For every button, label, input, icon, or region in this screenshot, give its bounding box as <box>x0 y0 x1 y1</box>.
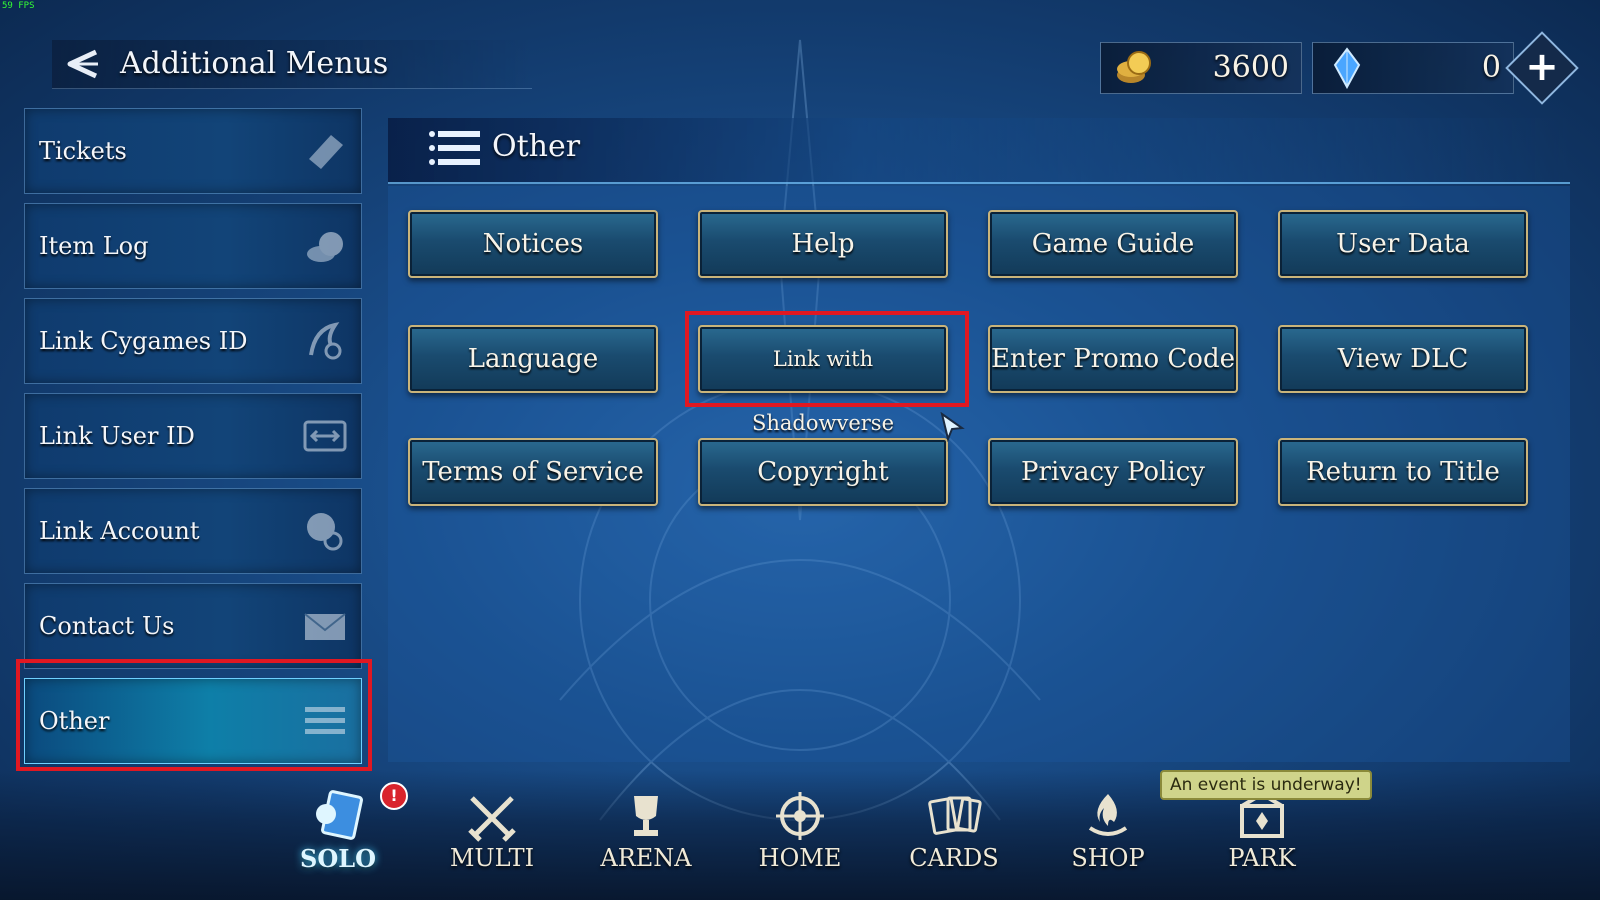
crystal-counter: 0 <box>1312 42 1514 94</box>
back-button[interactable] <box>56 44 100 84</box>
sidebar-item-contact-us[interactable]: Contact Us <box>24 583 362 669</box>
header-bar: Additional Menus <box>52 40 532 89</box>
view-dlc-button[interactable]: View DLC <box>1278 325 1528 393</box>
nav-label: ARENA <box>600 844 692 872</box>
add-currency-button[interactable]: + <box>1505 31 1579 105</box>
event-tooltip: An event is underway! <box>1160 770 1372 800</box>
trophy-icon <box>634 796 658 836</box>
nav-shop[interactable]: SHOP <box>1048 790 1168 890</box>
sidebar-item-tickets[interactable]: Tickets <box>24 108 362 194</box>
link-cygames-icon <box>309 322 342 360</box>
user-data-button[interactable]: User Data <box>1278 210 1528 278</box>
coins-icon <box>307 232 343 262</box>
nav-label: HOME <box>758 844 842 872</box>
fps-counter: 59 FPS <box>2 1 35 11</box>
nav-solo[interactable]: SOLO <box>278 790 398 890</box>
crystal-icon <box>1333 47 1361 89</box>
sidebar-item-label: Tickets <box>39 137 127 165</box>
ticket-icon <box>309 135 343 169</box>
sidebar-item-label: Link Account <box>39 517 200 545</box>
nav-label: SOLO <box>299 844 377 873</box>
sidebar-item-link-user-id[interactable]: Link User ID <box>24 393 362 479</box>
plus-icon: + <box>1525 44 1559 90</box>
sidebar-item-item-log[interactable]: Item Log <box>24 203 362 289</box>
notices-button[interactable]: Notices <box>408 210 658 278</box>
copyright-button[interactable]: Copyright <box>698 438 948 506</box>
menu-list-icon <box>429 131 480 165</box>
notification-badge: ! <box>380 782 408 810</box>
nav-park[interactable]: PARK <box>1202 790 1322 890</box>
solo-cards-icon <box>316 790 363 840</box>
gold-value: 3600 <box>1212 50 1289 85</box>
crystal-value: 0 <box>1481 50 1501 85</box>
sidebar-item-label: Other <box>39 707 110 735</box>
nav-home[interactable]: HOME <box>740 790 860 890</box>
panel-header: Other <box>388 118 1570 184</box>
link-user-id-icon <box>303 420 347 452</box>
crossed-swords-icon <box>468 796 516 842</box>
language-button[interactable]: Language <box>408 325 658 393</box>
nav-label: MULTI <box>449 844 535 872</box>
nav-label: PARK <box>1228 844 1296 872</box>
privacy-policy-button[interactable]: Privacy Policy <box>988 438 1238 506</box>
mouse-cursor-icon <box>940 412 965 442</box>
return-to-title-button[interactable]: Return to Title <box>1278 438 1528 506</box>
terms-of-service-button[interactable]: Terms of Service <box>408 438 658 506</box>
sidebar: Tickets Item Log Link Cygames ID Link Us… <box>24 108 362 773</box>
nav-cards[interactable]: CARDS <box>894 790 1014 890</box>
sidebar-item-label: Contact Us <box>39 612 175 640</box>
nav-label: SHOP <box>1071 844 1145 872</box>
enter-promo-code-button[interactable]: Enter Promo Code <box>988 325 1238 393</box>
sidebar-item-link-account[interactable]: Link Account <box>24 488 362 574</box>
nav-label: CARDS <box>909 844 999 872</box>
help-button[interactable]: Help <box>698 210 948 278</box>
card-deck-icon <box>928 796 982 835</box>
link-account-icon <box>307 513 343 551</box>
sidebar-item-label: Item Log <box>39 232 149 260</box>
sidebar-item-label: Link Cygames ID <box>39 327 248 355</box>
sidebar-item-other[interactable]: Other <box>24 678 362 764</box>
gold-counter: 3600 <box>1100 42 1302 94</box>
gold-coins-icon <box>1117 51 1151 83</box>
nav-arena[interactable]: ARENA <box>586 790 706 890</box>
game-guide-button[interactable]: Game Guide <box>988 210 1238 278</box>
sidebar-item-link-cygames-id[interactable]: Link Cygames ID <box>24 298 362 384</box>
page-title: Additional Menus <box>120 46 389 81</box>
nav-multi[interactable]: MULTI <box>432 790 552 890</box>
back-arrow-icon <box>67 49 98 79</box>
shop-flame-icon <box>1088 794 1128 836</box>
envelope-icon <box>304 613 346 640</box>
home-emblem-icon <box>776 792 824 840</box>
sidebar-item-label: Link User ID <box>39 422 195 450</box>
link-with-shadowverse-button[interactable]: Link with Shadowverse <box>698 325 948 435</box>
panel-title: Other <box>492 129 581 164</box>
list-icon <box>305 707 345 734</box>
